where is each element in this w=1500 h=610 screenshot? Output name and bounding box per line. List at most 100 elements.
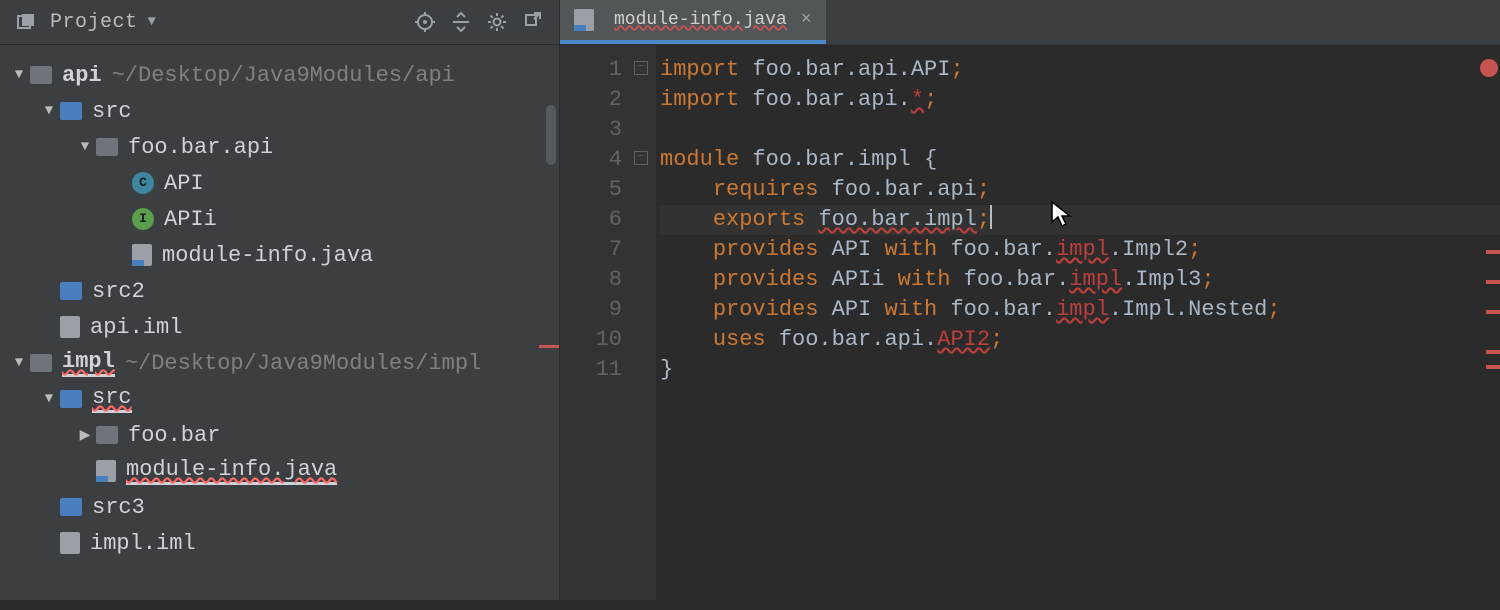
editor-panel: module-info.java × 1234567891011 import … — [560, 0, 1500, 600]
node-label: impl — [62, 349, 115, 377]
node-label: impl.iml — [90, 531, 196, 556]
tree-node[interactable]: module-info.java — [0, 237, 559, 273]
class-icon: C — [132, 172, 154, 194]
code-line[interactable]: exports foo.bar.impl; — [660, 205, 1500, 235]
java-file-icon — [96, 460, 116, 482]
editor-body: 1234567891011 import foo.bar.api.API;imp… — [560, 45, 1500, 600]
node-label: APIi — [164, 207, 217, 232]
scrollbar-thumb[interactable] — [546, 105, 556, 165]
code-line[interactable]: provides APIi with foo.bar.impl.Impl3; — [660, 265, 1500, 295]
node-label: module-info.java — [126, 457, 337, 485]
project-view-icon[interactable] — [10, 6, 42, 38]
code-line[interactable]: import foo.bar.api.*; — [660, 85, 1500, 115]
tree-node[interactable]: ▶ foo.bar — [0, 417, 559, 453]
text-caret — [990, 205, 992, 229]
code-line[interactable]: provides API with foo.bar.impl.Impl.Nest… — [660, 295, 1500, 325]
node-path: ~/Desktop/Java9Modules/api — [112, 63, 455, 88]
file-icon — [60, 532, 80, 554]
expand-toggle-icon[interactable]: ▼ — [8, 355, 30, 371]
tree-node[interactable]: ▼ foo.bar.api — [0, 129, 559, 165]
tree-node[interactable]: ▼ impl ~/Desktop/Java9Modules/impl — [0, 345, 559, 381]
tab-filename: module-info.java — [614, 10, 787, 30]
gutter-line[interactable]: 8 — [560, 265, 656, 295]
node-label: src2 — [92, 279, 145, 304]
fold-toggle-icon[interactable] — [634, 151, 648, 165]
node-path: ~/Desktop/Java9Modules/impl — [125, 351, 481, 376]
gutter-line[interactable]: 5 — [560, 175, 656, 205]
error-marker[interactable] — [1486, 280, 1500, 284]
package-icon — [96, 426, 118, 444]
gutter-line[interactable]: 10 — [560, 325, 656, 355]
chevron-down-icon[interactable]: ▼ — [148, 14, 157, 30]
java-file-icon — [574, 9, 594, 31]
folder-icon — [60, 498, 82, 516]
autoscroll-icon[interactable] — [445, 6, 477, 38]
close-tab-icon[interactable]: × — [801, 10, 812, 30]
code-line[interactable]: provides API with foo.bar.impl.Impl2; — [660, 235, 1500, 265]
gutter-line[interactable]: 6 — [560, 205, 656, 235]
tree-node[interactable]: impl.iml — [0, 525, 559, 561]
node-label: src — [92, 99, 132, 124]
tree-node[interactable]: src3 — [0, 489, 559, 525]
package-icon — [96, 138, 118, 156]
expand-toggle-icon[interactable]: ▼ — [38, 103, 60, 119]
node-label: module-info.java — [162, 243, 373, 268]
tree-node[interactable]: I APIi — [0, 201, 559, 237]
source-folder-icon — [60, 390, 82, 408]
expand-toggle-icon[interactable]: ▶ — [74, 427, 96, 444]
node-label: foo.bar — [128, 423, 220, 448]
fold-toggle-icon[interactable] — [634, 61, 648, 75]
expand-toggle-icon[interactable]: ▼ — [74, 139, 96, 155]
expand-toggle-icon[interactable]: ▼ — [38, 391, 60, 407]
module-icon — [30, 354, 52, 372]
error-stripe[interactable] — [1486, 55, 1500, 610]
code-line[interactable] — [660, 115, 1500, 145]
file-icon — [60, 316, 80, 338]
code-line[interactable]: import foo.bar.api.API; — [660, 55, 1500, 85]
tree-node[interactable]: ▼src — [0, 381, 559, 417]
tree-node[interactable]: api.iml — [0, 309, 559, 345]
error-marker[interactable] — [1486, 350, 1500, 354]
gutter-line[interactable]: 3 — [560, 115, 656, 145]
tree-node[interactable]: CAPI — [0, 165, 559, 201]
code-line[interactable]: requires foo.bar.api; — [660, 175, 1500, 205]
interface-icon: I — [132, 208, 154, 230]
panel-title[interactable]: Project — [50, 11, 138, 34]
tree-node[interactable]: ▼ src — [0, 93, 559, 129]
editor-tab[interactable]: module-info.java × — [560, 0, 826, 44]
code-line[interactable]: module foo.bar.impl { — [660, 145, 1500, 175]
editor-tabs: module-info.java × — [560, 0, 1500, 45]
error-marker[interactable] — [1486, 310, 1500, 314]
gutter-line[interactable]: 7 — [560, 235, 656, 265]
node-label: src3 — [92, 495, 145, 520]
module-icon — [30, 66, 52, 84]
error-marker[interactable] — [1486, 365, 1500, 369]
tree-node[interactable]: src2 — [0, 273, 559, 309]
source-folder-icon — [60, 102, 82, 120]
gear-icon[interactable] — [481, 6, 513, 38]
tree-node[interactable]: module-info.java — [0, 453, 559, 489]
node-label: foo.bar.api — [128, 135, 273, 160]
gutter-line[interactable]: 1 — [560, 55, 656, 85]
gutter-line[interactable]: 11 — [560, 355, 656, 385]
code-line[interactable]: } — [660, 355, 1500, 385]
java-file-icon — [132, 244, 152, 266]
collapse-all-icon[interactable] — [517, 6, 549, 38]
folder-icon — [60, 282, 82, 300]
tree-node[interactable]: ▼ api ~/Desktop/Java9Modules/api — [0, 57, 559, 93]
node-label: api — [62, 63, 102, 88]
project-panel-header: Project ▼ — [0, 0, 559, 45]
gutter-line[interactable]: 9 — [560, 295, 656, 325]
code-line[interactable]: uses foo.bar.api.API2; — [660, 325, 1500, 355]
gutter-line[interactable]: 2 — [560, 85, 656, 115]
project-tool-window: Project ▼ ▼api~/Desktop/Java9Modules/api… — [0, 0, 560, 600]
error-stripe-marker — [539, 345, 559, 348]
gutter[interactable]: 1234567891011 — [560, 45, 656, 600]
project-tree[interactable]: ▼api~/Desktop/Java9Modules/api▼src▼foo.b… — [0, 45, 559, 600]
expand-toggle-icon[interactable]: ▼ — [8, 67, 30, 83]
target-icon[interactable] — [409, 6, 441, 38]
gutter-line[interactable]: 4 — [560, 145, 656, 175]
node-label: api.iml — [90, 315, 182, 340]
code-area[interactable]: import foo.bar.api.API;import foo.bar.ap… — [656, 45, 1500, 600]
error-marker[interactable] — [1486, 250, 1500, 254]
